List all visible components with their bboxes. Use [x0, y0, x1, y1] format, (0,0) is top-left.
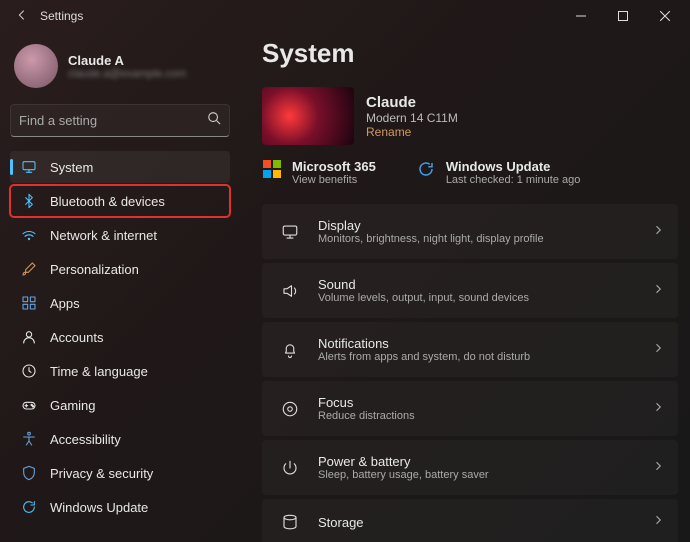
page-title: System: [262, 38, 678, 69]
wifi-icon: [20, 226, 38, 244]
sidebar-item-gaming[interactable]: Gaming: [10, 389, 230, 421]
chevron-right-icon: [652, 223, 664, 241]
device-card: Claude Modern 14 C11M Rename: [262, 87, 678, 145]
sidebar-item-label: Gaming: [50, 398, 96, 413]
gaming-icon: [20, 396, 38, 414]
tile-subtitle: Monitors, brightness, night light, displ…: [318, 233, 652, 245]
tile-title: Focus: [318, 395, 652, 410]
shield-icon: [20, 464, 38, 482]
chevron-right-icon: [652, 459, 664, 477]
ms365-icon: [262, 159, 282, 179]
sidebar-item-label: Privacy & security: [50, 466, 153, 481]
search-box[interactable]: [10, 104, 230, 137]
clock-icon: [20, 362, 38, 380]
main-panel: System Claude Modern 14 C11M Rename Micr…: [240, 32, 690, 542]
storage-icon: [276, 513, 304, 531]
update-icon: [20, 498, 38, 516]
windows-update-status[interactable]: Windows Update Last checked: 1 minute ag…: [416, 159, 581, 186]
brush-icon: [20, 260, 38, 278]
user-email: claude.a@example.com: [68, 68, 186, 80]
sidebar-item-time-language[interactable]: Time & language: [10, 355, 230, 387]
wu-title: Windows Update: [446, 159, 581, 174]
device-model: Modern 14 C11M: [366, 111, 458, 125]
accessibility-icon: [20, 430, 38, 448]
user-name: Claude A: [68, 53, 186, 68]
maximize-button[interactable]: [602, 0, 644, 32]
sidebar-item-bluetooth-devices[interactable]: Bluetooth & devices: [10, 185, 230, 217]
chevron-right-icon: [652, 400, 664, 418]
device-name: Claude: [366, 94, 458, 111]
tile-title: Storage: [318, 515, 652, 530]
device-wallpaper: [262, 87, 354, 145]
tile-notifications[interactable]: NotificationsAlerts from apps and system…: [262, 322, 678, 377]
tile-title: Notifications: [318, 336, 652, 351]
sidebar-item-label: Network & internet: [50, 228, 157, 243]
chevron-right-icon: [652, 341, 664, 359]
apps-icon: [20, 294, 38, 312]
tile-storage[interactable]: Storage: [262, 499, 678, 542]
ms365-title: Microsoft 365: [292, 159, 376, 174]
microsoft-365-status[interactable]: Microsoft 365 View benefits: [262, 159, 376, 186]
sidebar-item-label: Windows Update: [50, 500, 148, 515]
window-title: Settings: [40, 9, 560, 23]
tile-title: Power & battery: [318, 454, 652, 469]
sidebar-item-apps[interactable]: Apps: [10, 287, 230, 319]
search-input[interactable]: [19, 113, 207, 128]
tile-subtitle: Sleep, battery usage, battery saver: [318, 469, 652, 481]
sidebar-item-label: Bluetooth & devices: [50, 194, 165, 209]
person-icon: [20, 328, 38, 346]
tile-subtitle: Volume levels, output, input, sound devi…: [318, 292, 652, 304]
avatar: [14, 44, 58, 88]
wu-sub: Last checked: 1 minute ago: [446, 174, 581, 186]
sidebar-item-label: Accessibility: [50, 432, 121, 447]
tile-title: Sound: [318, 277, 652, 292]
bluetooth-icon: [20, 192, 38, 210]
sidebar-item-accessibility[interactable]: Accessibility: [10, 423, 230, 455]
tile-display[interactable]: DisplayMonitors, brightness, night light…: [262, 204, 678, 259]
sidebar-item-system[interactable]: System: [10, 151, 230, 183]
update-icon: [416, 159, 436, 179]
chevron-right-icon: [652, 513, 664, 531]
search-icon: [207, 111, 221, 130]
back-button[interactable]: [10, 8, 34, 25]
sidebar-item-windows-update[interactable]: Windows Update: [10, 491, 230, 523]
sidebar-item-label: Accounts: [50, 330, 103, 345]
tile-power-battery[interactable]: Power & batterySleep, battery usage, bat…: [262, 440, 678, 495]
sidebar-item-privacy-security[interactable]: Privacy & security: [10, 457, 230, 489]
sidebar: Claude A claude.a@example.com System Blue…: [0, 32, 240, 542]
focus-icon: [276, 400, 304, 418]
chevron-right-icon: [652, 282, 664, 300]
sidebar-item-label: Apps: [50, 296, 80, 311]
power-icon: [276, 459, 304, 477]
sidebar-item-label: Time & language: [50, 364, 148, 379]
sound-icon: [276, 282, 304, 300]
tile-title: Display: [318, 218, 652, 233]
rename-link[interactable]: Rename: [366, 125, 458, 139]
display-icon: [276, 223, 304, 241]
tile-focus[interactable]: FocusReduce distractions: [262, 381, 678, 436]
sidebar-item-accounts[interactable]: Accounts: [10, 321, 230, 353]
notifications-icon: [276, 341, 304, 359]
system-icon: [20, 158, 38, 176]
sidebar-item-label: Personalization: [50, 262, 139, 277]
ms365-sub: View benefits: [292, 174, 376, 186]
sidebar-item-personalization[interactable]: Personalization: [10, 253, 230, 285]
sidebar-item-label: System: [50, 160, 93, 175]
account-row[interactable]: Claude A claude.a@example.com: [10, 40, 230, 100]
sidebar-item-network-internet[interactable]: Network & internet: [10, 219, 230, 251]
tile-subtitle: Reduce distractions: [318, 410, 652, 422]
tile-subtitle: Alerts from apps and system, do not dist…: [318, 351, 652, 363]
tile-sound[interactable]: SoundVolume levels, output, input, sound…: [262, 263, 678, 318]
close-button[interactable]: [644, 0, 686, 32]
minimize-button[interactable]: [560, 0, 602, 32]
